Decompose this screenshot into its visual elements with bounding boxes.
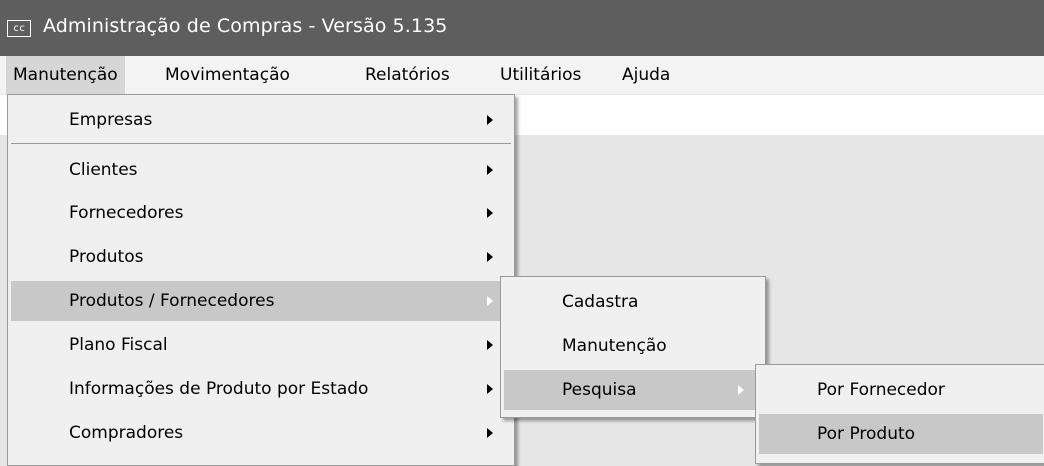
menu-item-por-produto[interactable]: Por Produto [759,414,1043,454]
menu-item-label: Compradores [69,423,184,443]
menu-item-manutencao[interactable]: Manutenção [504,326,762,366]
menu-item-label: Clientes [69,160,138,180]
menu-item-cadastra[interactable]: Cadastra [504,282,762,322]
app-icon[interactable]: cc [7,20,31,37]
menu-item-label: Produtos [69,247,144,267]
submenu-arrow-icon [487,115,493,125]
submenu-arrow-icon [487,208,493,218]
submenu-arrow-icon [487,340,493,350]
menu-utilitarios[interactable]: Utilitários [493,56,588,94]
menu-separator [11,143,511,144]
title-bar: cc Administração de Compras - Versão 5.1… [0,0,1044,56]
menu-manutencao[interactable]: Manutenção [6,56,125,94]
menu-item-label: Fornecedores [69,203,184,223]
submenu-arrow-icon [487,428,493,438]
menu-item-informacoes-produto-estado[interactable]: Informações de Produto por Estado [11,369,511,409]
pesquisa-submenu: Por Fornecedor Por Produto [755,364,1044,464]
menu-item-pesquisa[interactable]: Pesquisa [504,370,762,410]
menu-item-label: Por Produto [817,424,916,444]
menu-bar: Manutenção Movimentação Relatórios Utili… [0,56,1044,94]
menu-item-produtos-fornecedores[interactable]: Produtos / Fornecedores [11,281,511,321]
menu-item-produtos[interactable]: Produtos [11,237,511,277]
submenu-arrow-icon [738,385,744,395]
menu-item-fornecedores[interactable]: Fornecedores [11,193,511,233]
menu-item-plano-fiscal[interactable]: Plano Fiscal [11,325,511,365]
window-title: Administração de Compras - Versão 5.135 [43,15,448,37]
menu-relatorios[interactable]: Relatórios [358,56,457,94]
submenu-arrow-icon [487,384,493,394]
menu-item-por-fornecedor[interactable]: Por Fornecedor [759,370,1043,410]
menu-item-clientes[interactable]: Clientes [11,150,511,190]
menu-item-label: Cadastra [562,292,639,312]
menu-movimentacao[interactable]: Movimentação [158,56,297,94]
submenu-arrow-icon [487,296,493,306]
menu-ajuda[interactable]: Ajuda [615,56,677,94]
menu-item-label: Pesquisa [562,380,637,400]
menu-item-label: Manutenção [562,336,667,356]
menu-item-label: Empresas [69,110,153,130]
menu-item-empresas[interactable]: Empresas [11,100,511,140]
manutencao-dropdown: Empresas Clientes Fornecedores Produtos … [7,94,515,466]
submenu-arrow-icon [487,165,493,175]
submenu-arrow-icon [487,252,493,262]
menu-item-label: Produtos / Fornecedores [69,291,275,311]
menu-item-label: Por Fornecedor [817,380,945,400]
menu-item-label: Plano Fiscal [69,335,168,355]
produtos-fornecedores-submenu: Cadastra Manutenção Pesquisa [500,276,766,418]
menu-item-compradores[interactable]: Compradores [11,413,511,453]
menu-item-label: Informações de Produto por Estado [69,379,369,399]
